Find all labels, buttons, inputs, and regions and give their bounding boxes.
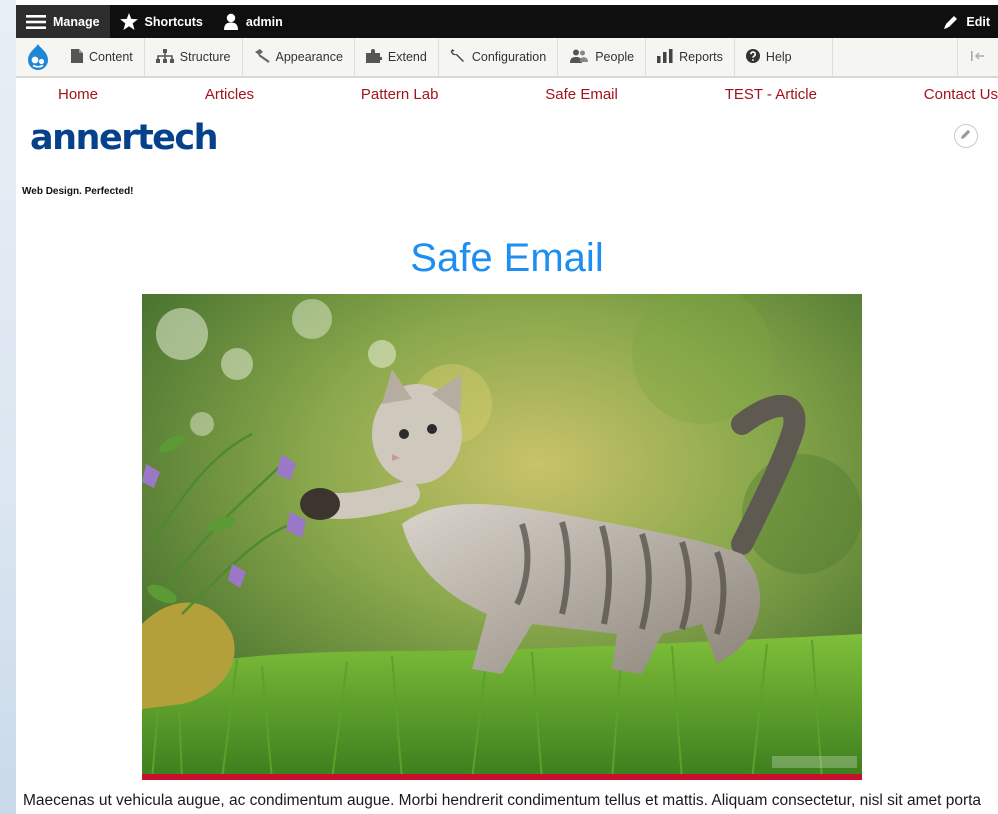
people-icon — [569, 49, 589, 66]
content-icon — [71, 48, 83, 66]
drupal-logo-icon[interactable] — [16, 38, 60, 76]
admin-toolbar: Manage Shortcuts admin Edit — [16, 5, 998, 38]
article-body: Maecenas ut vehicula augue, ac condiment… — [23, 792, 982, 809]
nav-link-safe-email[interactable]: Safe Email — [545, 86, 618, 103]
contextual-edit-button[interactable] — [954, 124, 978, 148]
site-logo[interactable]: annertech — [30, 118, 219, 158]
pencil-icon — [960, 127, 972, 145]
structure-icon — [155, 48, 174, 66]
tray-item-extend[interactable]: Extend — [355, 38, 439, 76]
shortcuts-label: Shortcuts — [144, 14, 203, 29]
tray-item-appearance[interactable]: Appearance — [243, 38, 355, 76]
nav-link-articles[interactable]: Articles — [205, 86, 254, 103]
admin-tray: Content Structure Appearance Extend Conf… — [16, 38, 998, 78]
user-label: admin — [245, 14, 283, 29]
pencil-icon — [943, 14, 959, 30]
main-navigation: Home Articles Pattern Lab Safe Email TES… — [16, 80, 998, 108]
tray-item-people[interactable]: People — [558, 38, 647, 76]
site-slogan: Web Design. Perfected! — [22, 186, 134, 197]
nav-link-home[interactable]: Home — [58, 86, 98, 103]
extend-icon — [365, 48, 382, 66]
edit-button[interactable]: Edit — [933, 5, 998, 38]
shortcuts-button[interactable]: Shortcuts — [110, 5, 213, 38]
nav-link-test-article[interactable]: TEST - Article — [725, 86, 817, 103]
nav-link-pattern-lab[interactable]: Pattern Lab — [361, 86, 439, 103]
tray-item-label: Appearance — [275, 50, 343, 64]
tray-item-label: Content — [89, 50, 133, 64]
tray-orientation-toggle[interactable] — [957, 38, 998, 76]
help-icon — [745, 48, 760, 66]
image-border — [142, 774, 862, 780]
star-icon — [119, 13, 138, 30]
browser-viewport: Manage Shortcuts admin Edit Content Stru… — [16, 0, 998, 814]
appearance-icon — [254, 48, 270, 66]
tray-item-label: Reports — [679, 50, 723, 64]
tray-item-label: Extend — [387, 50, 427, 64]
tray-item-label: Structure — [179, 50, 231, 64]
tray-item-content[interactable]: Content — [60, 38, 145, 76]
nav-link-contact-us[interactable]: Contact Us — [924, 86, 998, 103]
collapse-left-icon — [971, 50, 985, 64]
hamburger-icon — [26, 14, 46, 30]
wrench-icon — [450, 48, 466, 67]
edit-label: Edit — [966, 14, 990, 29]
page-title: Safe Email — [410, 236, 604, 280]
user-icon — [223, 13, 239, 30]
manage-button[interactable]: Manage — [16, 5, 110, 38]
tray-item-configuration[interactable]: Configuration — [439, 38, 559, 76]
tray-item-reports[interactable]: Reports — [646, 38, 735, 76]
user-button[interactable]: admin — [213, 5, 293, 38]
tray-item-help[interactable]: Help — [735, 38, 833, 76]
manage-label: Manage — [53, 14, 100, 29]
reports-icon — [657, 48, 673, 66]
article-image — [142, 294, 862, 780]
tray-item-label: Help — [765, 50, 792, 64]
tray-item-label: People — [595, 50, 635, 64]
tray-item-structure[interactable]: Structure — [145, 38, 243, 76]
tray-item-label: Configuration — [471, 50, 547, 64]
